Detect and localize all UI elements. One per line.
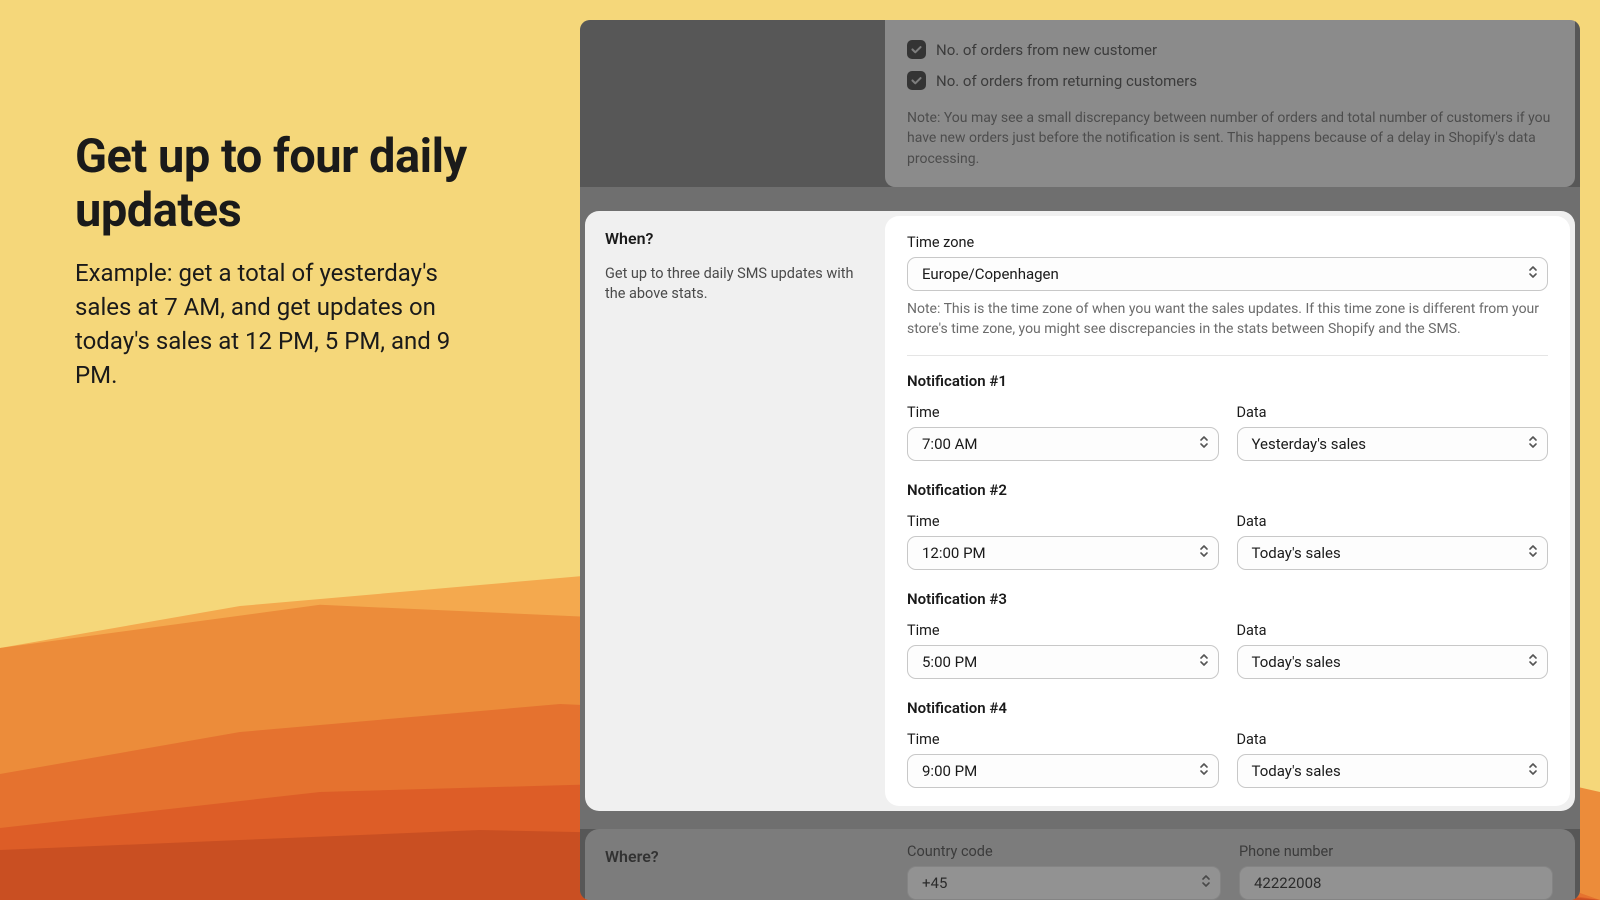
notification-4-time-select[interactable]: 9:00 PM <box>907 754 1219 788</box>
marketing-example: Example: get a total of yesterday's sale… <box>75 256 475 392</box>
data-value: Today's sales <box>1252 762 1341 780</box>
marketing-copy: Get up to four daily updates Example: ge… <box>75 130 475 392</box>
notification-3: Notification #3 Time 5:00 PM <box>907 590 1548 679</box>
when-section-description: Get up to three daily SMS updates with t… <box>605 264 865 305</box>
time-value: 12:00 PM <box>922 544 986 562</box>
when-section-sidebar: When? Get up to three daily SMS updates … <box>585 211 885 812</box>
time-label: Time <box>907 513 1219 530</box>
time-value: 9:00 PM <box>922 762 977 780</box>
data-value: Today's sales <box>1252 544 1341 562</box>
notification-4: Notification #4 Time 9:00 PM <box>907 699 1548 788</box>
notification-1-data-select[interactable]: Yesterday's sales <box>1237 427 1549 461</box>
notification-2: Notification #2 Time 12:00 PM <box>907 481 1548 570</box>
country-code-value: +45 <box>922 874 947 892</box>
notification-1: Notification #1 Time 7:00 AM <box>907 372 1548 461</box>
timezone-label: Time zone <box>907 234 1548 251</box>
timezone-select[interactable]: Europe/Copenhagen <box>907 257 1548 291</box>
checkbox-label: No. of orders from returning customers <box>936 72 1197 90</box>
notification-4-data-select[interactable]: Today's sales <box>1237 754 1549 788</box>
time-label: Time <box>907 731 1219 748</box>
country-code-label: Country code <box>907 843 1221 860</box>
notification-1-time-select[interactable]: 7:00 AM <box>907 427 1219 461</box>
time-label: Time <box>907 404 1219 421</box>
when-section: When? Get up to three daily SMS updates … <box>585 211 1575 812</box>
notification-title: Notification #4 <box>907 699 1548 717</box>
data-value: Today's sales <box>1252 653 1341 671</box>
country-code-select[interactable]: +45 <box>907 866 1221 900</box>
time-value: 5:00 PM <box>922 653 977 671</box>
checkbox-checked-icon[interactable] <box>907 71 926 90</box>
where-section: Where? Country code +45 Phone num <box>585 829 1575 900</box>
checkbox-checked-icon[interactable] <box>907 40 926 59</box>
divider <box>907 355 1548 356</box>
notification-title: Notification #2 <box>907 481 1548 499</box>
data-label: Data <box>1237 404 1549 421</box>
where-section-title: Where? <box>605 847 865 866</box>
phone-number-label: Phone number <box>1239 843 1553 860</box>
data-label: Data <box>1237 513 1549 530</box>
checkbox-row-returning-customer[interactable]: No. of orders from returning customers <box>907 65 1553 96</box>
notification-3-time-select[interactable]: 5:00 PM <box>907 645 1219 679</box>
phone-number-value: 42222008 <box>1254 874 1321 892</box>
data-label: Data <box>1237 731 1549 748</box>
timezone-value: Europe/Copenhagen <box>922 265 1059 283</box>
phone-number-input[interactable]: 42222008 <box>1239 866 1553 900</box>
what-section-note: Note: You may see a small discrepancy be… <box>907 108 1553 169</box>
checkbox-label: No. of orders from new customer <box>936 41 1157 59</box>
notification-2-time-select[interactable]: 12:00 PM <box>907 536 1219 570</box>
data-label: Data <box>1237 622 1549 639</box>
when-section-content: Time zone Europe/Copenhagen Note: This i… <box>885 216 1570 807</box>
marketing-headline: Get up to four daily updates <box>75 130 475 238</box>
time-value: 7:00 AM <box>922 435 978 453</box>
notification-2-data-select[interactable]: Today's sales <box>1237 536 1549 570</box>
data-value: Yesterday's sales <box>1252 435 1367 453</box>
checkbox-row-new-customer[interactable]: No. of orders from new customer <box>907 34 1553 65</box>
notification-3-data-select[interactable]: Today's sales <box>1237 645 1549 679</box>
what-section-card: No. of orders from new customer No. of o… <box>885 20 1575 187</box>
notification-title: Notification #1 <box>907 372 1548 390</box>
timezone-help: Note: This is the time zone of when you … <box>907 299 1548 340</box>
notification-title: Notification #3 <box>907 590 1548 608</box>
when-section-title: When? <box>605 229 865 248</box>
time-label: Time <box>907 622 1219 639</box>
app-panel: No. of orders from new customer No. of o… <box>580 20 1580 900</box>
